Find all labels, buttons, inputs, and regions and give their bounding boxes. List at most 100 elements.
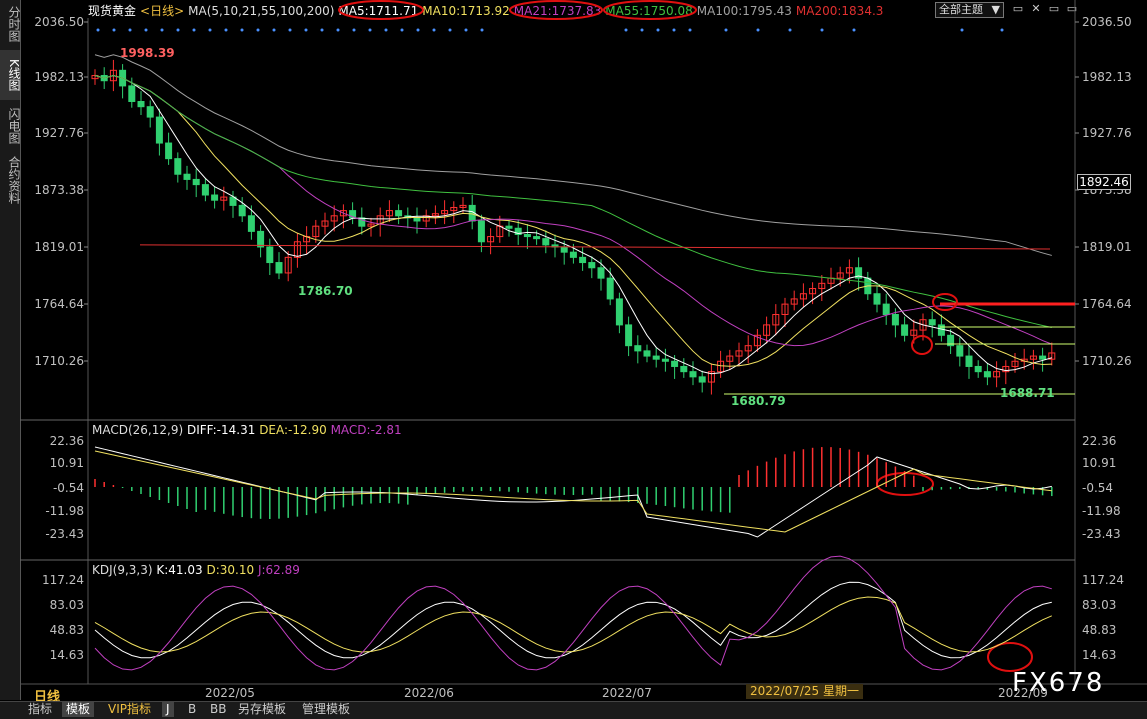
candle-body (137, 100, 145, 108)
low-price-label-2: 1680.79 (731, 394, 786, 408)
candle-body (983, 371, 991, 378)
event-marker-dot (288, 28, 292, 32)
event-marker-dot (464, 28, 468, 32)
candle-body (413, 217, 421, 222)
candle-body (395, 210, 403, 217)
event-marker-dot (416, 28, 420, 32)
tab-templates[interactable]: 模板 (62, 702, 95, 717)
candle-body (588, 262, 596, 269)
candle-body (542, 238, 550, 246)
candle-body (882, 303, 890, 316)
candle-body (597, 267, 605, 279)
event-marker-dot (852, 28, 856, 32)
candle-body (560, 246, 568, 253)
event-marker-dot (112, 28, 116, 32)
candle-body (257, 230, 265, 248)
event-marker-dot (640, 28, 644, 32)
candle-body (165, 142, 173, 160)
candle-body (873, 293, 881, 305)
date-label-may: 2022/05 (205, 686, 255, 700)
tab-indicators[interactable]: 指标 (24, 702, 56, 717)
event-marker-dot (448, 28, 452, 32)
candle-body (643, 350, 651, 357)
candle-body (661, 358, 669, 362)
candle-body (192, 178, 200, 186)
candle-body (174, 158, 182, 175)
candle-body (965, 355, 973, 367)
event-marker-dot (336, 28, 340, 32)
date-label-jun: 2022/06 (404, 686, 454, 700)
candle-body (634, 345, 642, 352)
candle-body (533, 236, 541, 240)
candle-body (211, 194, 219, 201)
low-price-label-3: 1688.71 (1000, 386, 1055, 400)
candle-body (569, 251, 577, 258)
kdj-j-line (94, 555, 1052, 671)
low-price-label-1: 1786.70 (298, 284, 353, 298)
candle-body (128, 85, 136, 102)
event-marker-dot (304, 28, 308, 32)
event-marker-dot (176, 28, 180, 32)
candle-body (505, 225, 513, 229)
candle-body (698, 376, 706, 383)
candle-body (1039, 355, 1047, 360)
event-marker-dot (788, 28, 792, 32)
event-marker-dot (144, 28, 148, 32)
event-marker-dot (192, 28, 196, 32)
candle-body (275, 262, 283, 274)
header-circle-ma5 (338, 0, 424, 20)
event-marker-dot (208, 28, 212, 32)
tab-bb[interactable]: BB (206, 702, 230, 717)
ma21-line (94, 74, 1052, 347)
candle-body (689, 371, 697, 378)
candle-body (238, 204, 246, 217)
candle-body (183, 173, 191, 180)
event-marker-dot (240, 28, 244, 32)
event-marker-dot (368, 28, 372, 32)
event-marker-dot (224, 28, 228, 32)
candle-body (891, 314, 899, 326)
candle-body (928, 319, 936, 326)
event-marker-dot (960, 28, 964, 32)
header-circle-ma55 (603, 0, 697, 20)
candle-body (247, 215, 255, 232)
event-marker-dot (624, 28, 628, 32)
event-marker-dot (688, 28, 692, 32)
event-marker-dot (432, 28, 436, 32)
event-marker-dot (1000, 28, 1004, 32)
event-marker-dot (400, 28, 404, 32)
event-marker-dot (96, 28, 100, 32)
event-marker-dot (320, 28, 324, 32)
event-marker-dot (656, 28, 660, 32)
event-marker-dot (480, 28, 484, 32)
candle-body (974, 365, 982, 373)
tab-vip-indicators[interactable]: VIP指标 (104, 702, 155, 717)
watermark-logo: FX678 (1012, 668, 1105, 698)
tab-save-template[interactable]: 另存模板 (234, 702, 290, 717)
ma100-line (94, 54, 1052, 256)
event-marker-dot (256, 28, 260, 32)
event-marker-dot (160, 28, 164, 32)
candle-body (625, 324, 633, 347)
candle-body (606, 277, 614, 300)
tab-manage-template[interactable]: 管理模板 (298, 702, 354, 717)
tab-j[interactable]: J (162, 702, 174, 717)
kline-chart[interactable] (0, 0, 1147, 700)
candle-body (146, 106, 154, 118)
event-marker-dot (384, 28, 388, 32)
ma5-line (94, 74, 1052, 375)
ma55-line (94, 74, 1052, 328)
event-marker-dot (724, 28, 728, 32)
kdj-k-line (94, 581, 1052, 659)
candle-body (266, 246, 274, 264)
event-marker-dot (352, 28, 356, 32)
candle-body (671, 360, 679, 367)
candle-body (579, 256, 587, 264)
tab-b[interactable]: B (184, 702, 200, 717)
event-marker-dot (272, 28, 276, 32)
annotation-circle-2 (911, 335, 933, 355)
candle-body (155, 116, 163, 144)
candle-body (652, 355, 660, 360)
event-marker-dot (756, 28, 760, 32)
ma10-line (94, 74, 1052, 367)
